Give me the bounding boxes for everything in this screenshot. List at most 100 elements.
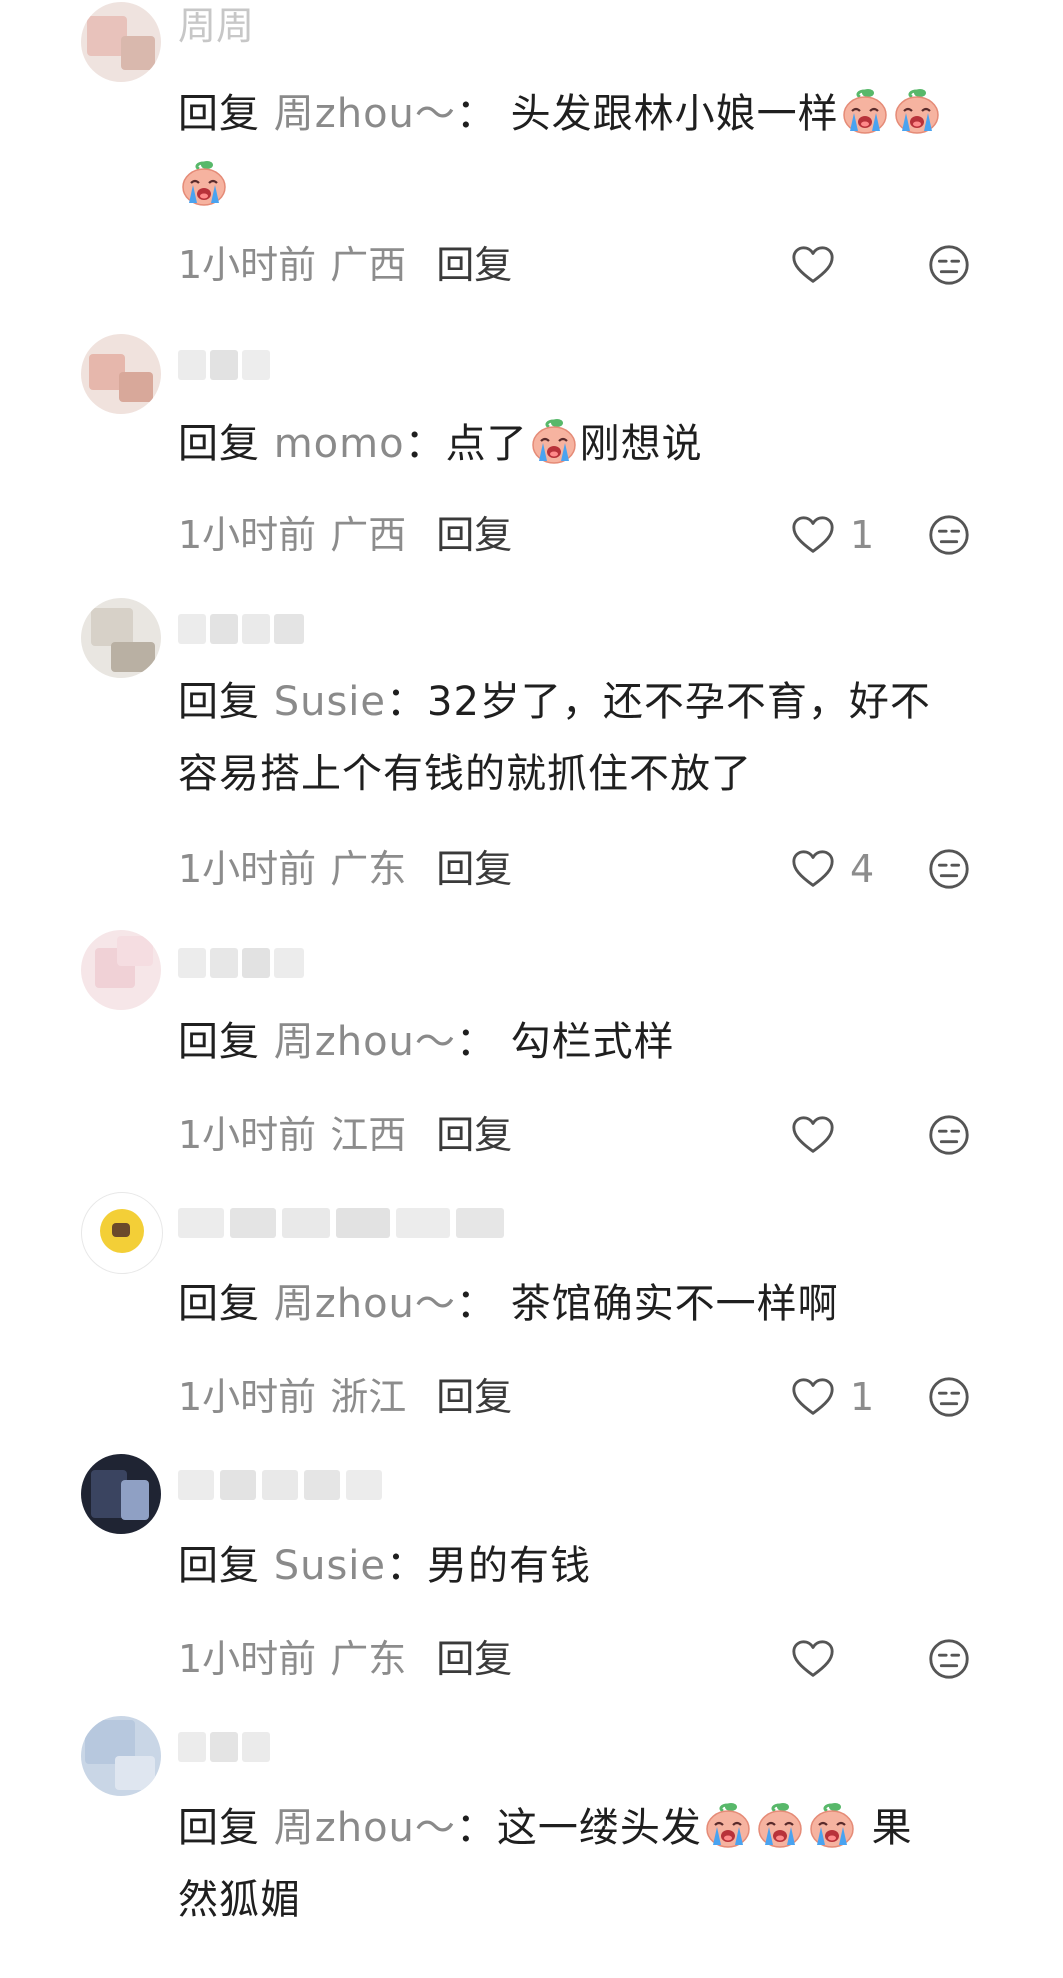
crying-face-emoji bbox=[529, 415, 579, 465]
heart-outline-icon bbox=[790, 1112, 836, 1158]
avatar[interactable] bbox=[81, 598, 161, 678]
reply-separator: ： bbox=[404, 421, 446, 467]
comment-body: 这一缕头发 bbox=[496, 1805, 702, 1851]
username[interactable] bbox=[178, 1466, 418, 1502]
comment-text: 回复 momo：点了 刚想说 bbox=[178, 408, 998, 480]
comment-body: 点了 bbox=[445, 421, 528, 467]
reply-prefix: 回复 bbox=[178, 1019, 260, 1065]
dislike-button[interactable] bbox=[926, 1374, 972, 1420]
comment-meta: 1小时前 广西 回复 bbox=[178, 510, 512, 560]
timestamp: 1小时前 bbox=[178, 847, 317, 891]
region: 广西 bbox=[330, 243, 407, 287]
reply-separator: ： bbox=[455, 1281, 497, 1327]
dislike-button[interactable] bbox=[926, 1636, 972, 1682]
comment-meta: 1小时前 广东 回复 bbox=[178, 1634, 512, 1684]
reply-prefix: 回复 bbox=[178, 91, 260, 137]
comment-text: 回复 Susie：男的有钱 bbox=[178, 1530, 998, 1602]
crying-face-emoji bbox=[703, 1799, 753, 1849]
timestamp: 1小时前 bbox=[178, 243, 317, 287]
like-count: 1 bbox=[850, 1375, 875, 1419]
dislike-button[interactable] bbox=[926, 1112, 972, 1158]
avatar[interactable] bbox=[81, 1454, 161, 1534]
comment-body: 茶馆确实不一样啊 bbox=[510, 1281, 839, 1327]
reply-separator: ： bbox=[386, 679, 428, 725]
reply-separator: ： bbox=[386, 1543, 428, 1589]
crying-face-emoji bbox=[755, 1799, 805, 1849]
avatar[interactable] bbox=[81, 1192, 163, 1274]
reply-button[interactable]: 回复 bbox=[436, 1637, 512, 1681]
heart-outline-icon bbox=[790, 242, 836, 288]
comment-text: 回复 周zhou～：这一缕头发 果然狐媚 bbox=[178, 1792, 998, 1936]
reply-target[interactable]: Susie bbox=[274, 1543, 386, 1589]
comment-body-tail: 果 bbox=[871, 1805, 913, 1851]
crying-face-emoji bbox=[840, 85, 890, 135]
like-button[interactable]: 4 bbox=[790, 844, 900, 894]
heart-outline-icon bbox=[790, 512, 836, 558]
region: 广东 bbox=[330, 1637, 407, 1681]
reply-separator: ： bbox=[455, 1805, 497, 1851]
reply-button[interactable]: 回复 bbox=[436, 243, 512, 287]
comment-text: 回复 Susie：32岁了，还不孕不育，好不 容易搭上个有钱的就抓住不放了 bbox=[178, 666, 998, 810]
avatar[interactable] bbox=[81, 334, 161, 414]
reply-target[interactable]: 周zhou～ bbox=[274, 1281, 456, 1327]
reply-target[interactable]: 周zhou～ bbox=[274, 91, 456, 137]
comment-body: 男的有钱 bbox=[427, 1543, 592, 1589]
timestamp: 1小时前 bbox=[178, 513, 317, 557]
like-button[interactable] bbox=[790, 1110, 900, 1160]
username[interactable]: 周周 bbox=[178, 8, 268, 44]
like-button[interactable] bbox=[790, 240, 900, 290]
reply-separator: ： bbox=[455, 1019, 497, 1065]
heart-outline-icon bbox=[790, 1374, 836, 1420]
reply-button[interactable]: 回复 bbox=[436, 1375, 512, 1419]
timestamp: 1小时前 bbox=[178, 1375, 317, 1419]
heart-outline-icon bbox=[790, 1636, 836, 1682]
dislike-button[interactable] bbox=[926, 846, 972, 892]
meh-face-icon bbox=[926, 846, 972, 892]
dislike-button[interactable] bbox=[926, 242, 972, 288]
reply-prefix: 回复 bbox=[178, 679, 260, 725]
comment-body: 勾栏式样 bbox=[510, 1019, 675, 1065]
reply-button[interactable]: 回复 bbox=[436, 1113, 512, 1157]
reply-target[interactable]: momo bbox=[274, 421, 405, 467]
dislike-button[interactable] bbox=[926, 512, 972, 558]
reply-target[interactable]: 周zhou～ bbox=[274, 1019, 456, 1065]
avatar[interactable] bbox=[81, 930, 161, 1010]
region: 广西 bbox=[330, 513, 407, 557]
like-button[interactable]: 1 bbox=[790, 1372, 900, 1422]
reply-prefix: 回复 bbox=[178, 1805, 260, 1851]
reply-button[interactable]: 回复 bbox=[436, 847, 512, 891]
region: 浙江 bbox=[330, 1375, 407, 1419]
reply-prefix: 回复 bbox=[178, 1281, 260, 1327]
username[interactable] bbox=[178, 1204, 508, 1240]
reply-target[interactable]: 周zhou～ bbox=[274, 1805, 456, 1851]
crying-face-emoji bbox=[179, 157, 229, 207]
avatar[interactable] bbox=[81, 1716, 161, 1796]
reply-prefix: 回复 bbox=[178, 1543, 260, 1589]
region: 江西 bbox=[330, 1113, 407, 1157]
comment-text: 回复 周zhou～： 头发跟林小娘一样 bbox=[178, 78, 998, 222]
avatar[interactable] bbox=[81, 2, 161, 82]
username[interactable] bbox=[178, 1728, 278, 1764]
meh-face-icon bbox=[926, 1112, 972, 1158]
meh-face-icon bbox=[926, 242, 972, 288]
comment-body-line2: 容易搭上个有钱的就抓住不放了 bbox=[178, 751, 752, 797]
meh-face-icon bbox=[926, 512, 972, 558]
comment-text: 回复 周zhou～： 茶馆确实不一样啊 bbox=[178, 1268, 998, 1340]
timestamp: 1小时前 bbox=[178, 1637, 317, 1681]
comment-meta: 1小时前 广东 回复 bbox=[178, 844, 512, 894]
comment-text: 回复 周zhou～： 勾栏式样 bbox=[178, 1006, 998, 1078]
like-button[interactable]: 1 bbox=[790, 510, 900, 560]
reply-target[interactable]: Susie bbox=[274, 679, 386, 725]
like-button[interactable] bbox=[790, 1634, 900, 1684]
region: 广东 bbox=[330, 847, 407, 891]
comment-body-tail: 刚想说 bbox=[579, 421, 703, 467]
comment-body: 头发跟林小娘一样 bbox=[510, 91, 839, 137]
comment-meta: 1小时前 广西 回复 bbox=[178, 240, 512, 290]
reply-button[interactable]: 回复 bbox=[436, 513, 512, 557]
comment-meta: 1小时前 江西 回复 bbox=[178, 1110, 512, 1160]
username[interactable] bbox=[178, 610, 308, 646]
username[interactable] bbox=[178, 944, 308, 980]
meh-face-icon bbox=[926, 1636, 972, 1682]
meh-face-icon bbox=[926, 1374, 972, 1420]
username[interactable] bbox=[178, 346, 278, 382]
